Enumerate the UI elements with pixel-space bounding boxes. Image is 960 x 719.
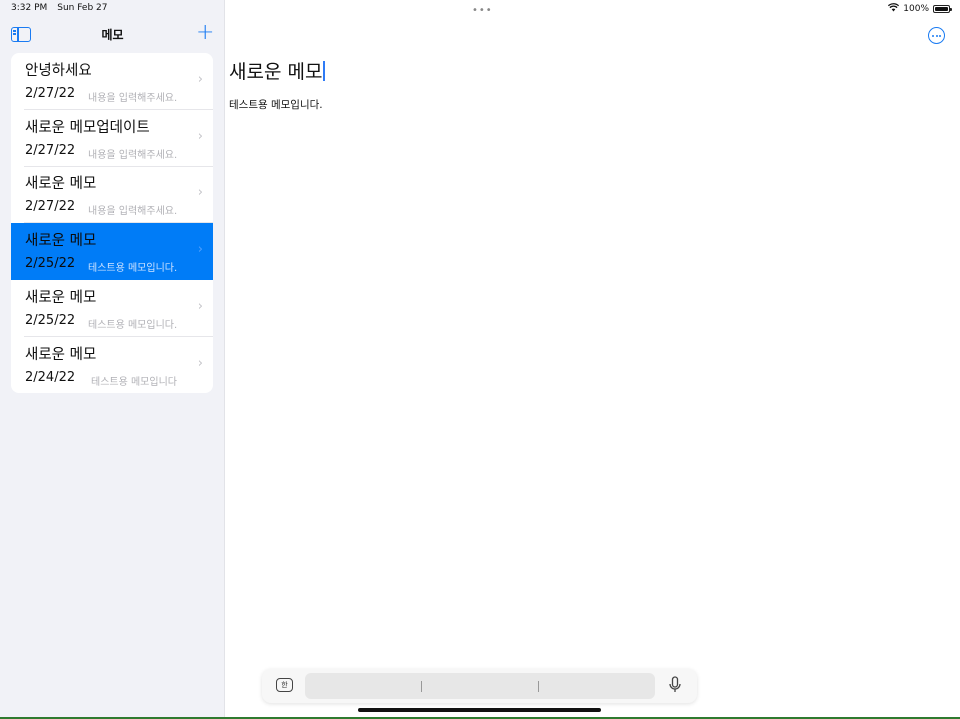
multitasking-dots-icon[interactable]: ••• [472, 5, 493, 16]
note-item-preview: 내용을 입력해주세요. [88, 93, 178, 104]
chevron-right-icon: › [197, 185, 203, 200]
note-item-date: 2/27/22 [25, 143, 76, 158]
suggestion-divider [421, 681, 422, 692]
chevron-right-icon: › [197, 129, 203, 144]
status-date: Sun Feb 27 [57, 3, 108, 13]
note-item-title: 새로운 메모 [25, 233, 97, 249]
home-indicator[interactable] [358, 708, 601, 712]
keyboard-shortcut-bar: 한 [262, 669, 697, 703]
microphone-icon[interactable] [668, 676, 682, 694]
wifi-icon [888, 3, 900, 15]
status-bar-right: 100% [888, 3, 952, 15]
note-item-preview: 내용을 입력해주세요. [88, 206, 178, 217]
battery-icon [933, 5, 952, 13]
note-item-date: 2/27/22 [25, 86, 76, 101]
note-item-title: 새로운 메모 [25, 347, 97, 363]
note-item-title: 새로운 메모 [25, 176, 97, 192]
chevron-right-icon: › [197, 242, 203, 257]
note-list-item-selected[interactable]: 새로운 메모 2/25/22 테스트용 메모입니다. › [11, 223, 213, 280]
chevron-right-icon: › [197, 356, 203, 371]
text-cursor [323, 61, 325, 81]
sidebar: 3:32 PM Sun Feb 27 메모 + 안녕하세요 2/27/22 내용… [0, 0, 225, 717]
note-list-item[interactable]: 새로운 메모 2/25/22 테스트용 메모입니다. › [11, 280, 213, 337]
note-list-item[interactable]: 새로운 메모 2/27/22 내용을 입력해주세요. › [11, 166, 213, 223]
note-list-item[interactable]: 새로운 메모업데이트 2/27/22 내용을 입력해주세요. › [11, 110, 213, 167]
note-item-preview: 내용을 입력해주세요. [88, 150, 178, 161]
note-item-preview: 테스트용 메모입니다. [88, 263, 178, 274]
chevron-right-icon: › [197, 72, 203, 87]
note-body-editor[interactable]: 테스트용 메모입니다. [229, 97, 323, 112]
status-bar-left: 3:32 PM Sun Feb 27 [11, 3, 108, 13]
note-title-editor[interactable]: 새로운 메모 [229, 57, 325, 84]
note-item-date: 2/25/22 [25, 313, 76, 328]
predictive-text-bar[interactable] [305, 673, 655, 699]
note-item-title: 새로운 메모업데이트 [25, 120, 150, 136]
note-item-date: 2/27/22 [25, 199, 76, 214]
more-options-icon[interactable] [928, 27, 945, 44]
note-list-item[interactable]: 새로운 메모 2/24/22 테스트용 메모입니다 › [11, 337, 213, 393]
note-item-title: 새로운 메모 [25, 290, 97, 306]
note-list: 안녕하세요 2/27/22 내용을 입력해주세요. › 새로운 메모업데이트 2… [11, 53, 213, 393]
battery-percent: 100% [903, 4, 929, 14]
note-title-text: 새로운 메모 [229, 61, 323, 83]
chevron-right-icon: › [197, 299, 203, 314]
note-item-title: 안녕하세요 [25, 63, 92, 79]
add-note-button[interactable]: + [196, 22, 214, 44]
suggestion-divider [538, 681, 539, 692]
sidebar-title: 메모 [101, 28, 124, 42]
note-item-preview: 테스트용 메모입니다. [88, 320, 178, 331]
note-item-date: 2/24/22 [25, 370, 76, 385]
note-item-preview: 테스트용 메모입니다 [91, 377, 177, 388]
keyboard-language-icon[interactable]: 한 [276, 678, 293, 692]
status-time: 3:32 PM [11, 3, 48, 13]
note-list-item[interactable]: 안녕하세요 2/27/22 내용을 입력해주세요. › [11, 53, 213, 110]
note-item-date: 2/25/22 [25, 256, 76, 271]
